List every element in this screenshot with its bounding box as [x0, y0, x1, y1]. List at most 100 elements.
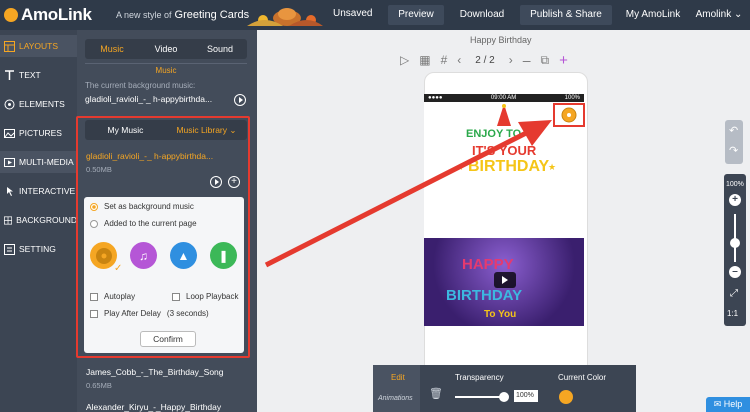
- nav-item-text[interactable]: TEXT: [0, 64, 77, 86]
- nav-item-background[interactable]: BACKGROUND: [0, 209, 77, 231]
- tab-video[interactable]: Video: [139, 39, 193, 59]
- bg-music-caption: The current background music:: [85, 81, 196, 90]
- image-happy-text: HAPPY: [462, 256, 514, 273]
- trash-icon[interactable]: 🗑: [429, 387, 443, 400]
- loop-checkbox[interactable]: Loop Playback: [172, 292, 238, 301]
- zoom-percent: 100%: [726, 181, 744, 188]
- nav-item-pictures[interactable]: PICTURES: [0, 122, 77, 144]
- grid-view-icon[interactable]: ▦: [419, 53, 430, 67]
- image-to-you-text: To You: [484, 309, 517, 320]
- radio-add-page[interactable]: Added to the current page: [90, 219, 197, 228]
- card-line-birthday[interactable]: BIRTHDAY: [468, 158, 549, 176]
- preview-button[interactable]: Preview: [388, 5, 444, 25]
- library-add-icon[interactable]: +: [228, 176, 240, 188]
- video-play-icon[interactable]: [494, 272, 516, 288]
- star-icon: ★: [548, 162, 557, 172]
- fit-screen-icon[interactable]: ⤢: [730, 288, 738, 299]
- remove-page-icon[interactable]: –: [523, 52, 531, 68]
- element-edit-bar: Edit Animations 🗑 Transparency 100% Curr…: [373, 365, 636, 412]
- checkbox-icon: [172, 292, 180, 301]
- delay-value: (3 seconds): [166, 309, 209, 318]
- text-icon: [5, 69, 14, 80]
- top-bar: AmoLink A new style of Greeting Cards Uns…: [0, 0, 750, 30]
- unsaved-status: Unsaved: [333, 8, 373, 19]
- nav-label: BACKGROUND: [16, 215, 77, 225]
- redo-icon[interactable]: ↷: [729, 144, 738, 157]
- play-preview-icon[interactable]: ▷: [400, 53, 409, 67]
- actual-size-button[interactable]: 1:1: [727, 309, 738, 318]
- radio-set-background[interactable]: Set as background music: [90, 202, 194, 211]
- grid-lines-icon[interactable]: #: [441, 53, 448, 67]
- nav-label: INTERACTIVE: [19, 186, 76, 196]
- current-color-label: Current Color: [558, 373, 607, 382]
- selected-check-icon: ✓: [114, 263, 123, 274]
- nav-label: PICTURES: [19, 128, 62, 138]
- confirm-button[interactable]: Confirm: [140, 331, 196, 347]
- nav-label: ELEMENTS: [19, 99, 65, 109]
- nav-item-layouts[interactable]: LAYOUTS: [0, 35, 77, 57]
- left-nav: LAYOUTS TEXT ELEMENTS PICTURES MULTI-MED…: [0, 30, 77, 412]
- add-page-icon[interactable]: +: [559, 52, 568, 69]
- song-item-name[interactable]: James_Cobb_-_The_Birthday_Song: [86, 367, 224, 377]
- nav-item-elements[interactable]: ELEMENTS: [0, 93, 77, 115]
- library-file-name[interactable]: gladioli_ravioli_-_ h-appybirthda...: [86, 151, 213, 161]
- nav-item-multimedia[interactable]: MULTI-MEDIA: [0, 151, 77, 173]
- card-line-its-your[interactable]: IT'S YOUR: [472, 143, 536, 158]
- zoom-in-icon[interactable]: +: [729, 194, 741, 206]
- next-page-icon[interactable]: ›: [509, 53, 513, 67]
- song-item-name[interactable]: Alexander_Kiryu_-_Happy_Birthday: [86, 402, 221, 412]
- help-label: Help: [723, 399, 743, 409]
- nav-item-interactive[interactable]: INTERACTIVE: [0, 180, 77, 202]
- radio-label: Added to the current page: [104, 219, 197, 228]
- user-name: Amolink: [695, 9, 732, 20]
- undo-redo-group: ↶ ↷: [725, 120, 743, 164]
- page-title: Happy Birthday: [470, 35, 532, 45]
- chevron-down-icon: ⌄: [733, 9, 743, 20]
- tab-animations[interactable]: Animations: [378, 395, 413, 402]
- music-disc-icon[interactable]: [560, 106, 578, 124]
- tab-sound[interactable]: Sound: [193, 39, 247, 59]
- music-style-disc-icon[interactable]: [90, 242, 117, 269]
- music-style-pause-icon[interactable]: ❚: [210, 242, 237, 269]
- tab-music-library[interactable]: Music Library ⌄: [166, 120, 247, 140]
- chevron-down-icon: ⌄: [229, 125, 237, 135]
- setting-icon: [4, 243, 15, 255]
- interactive-icon: [7, 186, 13, 196]
- play-delay-checkbox[interactable]: Play After Delay (3 seconds): [90, 309, 209, 318]
- my-amolink-link[interactable]: My AmoLink: [624, 5, 682, 25]
- current-color-swatch[interactable]: [559, 390, 573, 404]
- publish-share-button[interactable]: Publish & Share: [520, 5, 612, 25]
- copy-page-icon[interactable]: ⧉: [541, 53, 550, 68]
- tab-my-music[interactable]: My Music: [85, 120, 166, 140]
- music-options-popup: Set as background music Added to the cur…: [84, 197, 244, 353]
- song-item-size: 0.65MB: [86, 381, 112, 390]
- checkbox-label: Loop Playback: [186, 292, 239, 301]
- undo-icon[interactable]: ↶: [729, 124, 738, 137]
- music-style-triangle-icon[interactable]: ▲: [170, 242, 197, 269]
- zoom-slider-handle[interactable]: [730, 238, 740, 248]
- radio-on-icon: [90, 202, 98, 211]
- transparency-slider-handle[interactable]: [499, 392, 509, 402]
- bg-music-play-icon[interactable]: [234, 94, 246, 106]
- media-tabs: Music Video Sound: [85, 39, 247, 59]
- elements-icon: [4, 99, 15, 109]
- download-button[interactable]: Download: [452, 5, 512, 25]
- nav-item-setting[interactable]: SETTING: [0, 238, 77, 260]
- logo[interactable]: AmoLink: [0, 5, 110, 25]
- background-icon: [4, 215, 13, 225]
- music-style-note-icon[interactable]: ♫: [130, 242, 157, 269]
- transparency-input[interactable]: 100%: [514, 390, 538, 402]
- zoom-out-icon[interactable]: –: [729, 266, 741, 278]
- checkbox-label: Autoplay: [104, 292, 136, 301]
- disc-icon: [95, 247, 112, 264]
- phone-status-bar: ●●●● 09:00 AM 100%: [424, 94, 584, 102]
- previous-page-icon[interactable]: ‹: [457, 53, 461, 67]
- tab-edit[interactable]: Edit: [391, 373, 405, 382]
- help-button[interactable]: ✉ Help: [706, 397, 750, 412]
- tab-music[interactable]: Music: [85, 39, 139, 59]
- card-line-enjoy[interactable]: ENJOY TO: [466, 128, 521, 140]
- user-menu[interactable]: Amolink ⌄: [690, 5, 748, 25]
- library-play-icon[interactable]: [210, 176, 222, 188]
- signal-icon: ●●●●: [428, 95, 443, 101]
- autoplay-checkbox[interactable]: Autoplay: [90, 292, 135, 301]
